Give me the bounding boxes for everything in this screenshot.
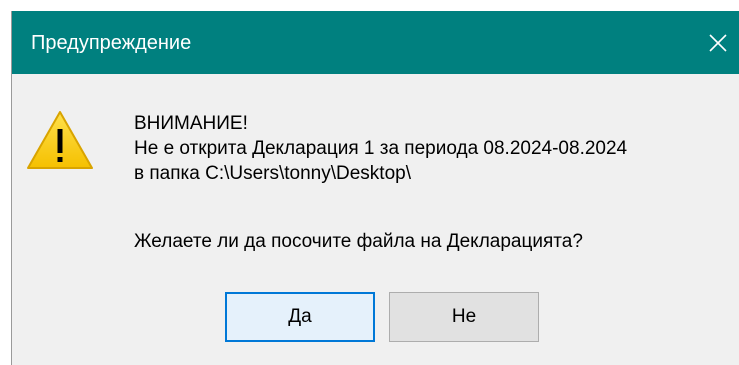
message-line-declaration: Не е открита Декларация 1 за периода 08.… — [134, 138, 628, 159]
yes-button[interactable]: Да — [225, 292, 375, 342]
dialog-title: Предупреждение — [31, 32, 192, 54]
dialog-content: ВНИМАНИЕ! Не е открита Декларация 1 за п… — [12, 74, 739, 365]
dialog-titlebar[interactable]: Предупреждение — [12, 11, 739, 74]
yes-button-label: Да — [288, 306, 312, 327]
close-icon — [709, 33, 727, 52]
close-button[interactable] — [696, 11, 739, 74]
message-question: Желаете ли да посочите файла на Декларац… — [134, 231, 583, 252]
no-button[interactable]: Не — [389, 292, 539, 342]
no-button-label: Не — [451, 306, 477, 327]
warning-dialog: Предупреждение ВНИМАНИЕ! Не е открита Де… — [11, 11, 739, 365]
warning-icon — [27, 111, 93, 169]
message-line-folder: в папка C:\Users\tonny\Desktop\ — [134, 163, 412, 184]
message-heading: ВНИМАНИЕ! — [134, 113, 248, 134]
